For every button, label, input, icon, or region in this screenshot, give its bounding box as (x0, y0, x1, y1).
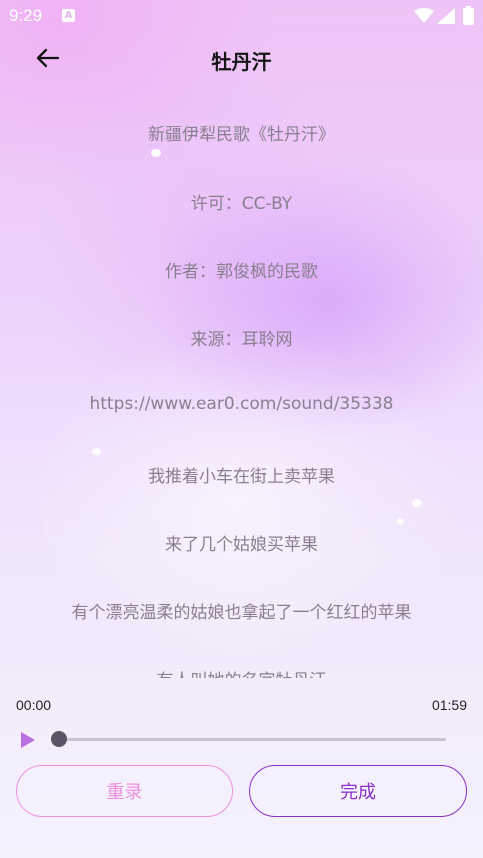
done-button[interactable]: 完成 (249, 765, 467, 817)
lyric-line: https://www.ear0.com/sound/35338 (89, 394, 394, 414)
lyric-line: 新疆伊犁民歌《牡丹汗》 (148, 125, 335, 145)
current-time: 00:00 (16, 697, 52, 713)
notification-a-icon: A (62, 9, 75, 22)
lyric-line: 许可：CC-BY (190, 194, 293, 214)
play-button[interactable] (18, 730, 38, 750)
play-icon (18, 732, 38, 754)
lyric-line: 来了几个姑娘买苹果 (165, 535, 318, 555)
lyrics-list[interactable]: 新疆伊犁民歌《牡丹汗》 许可：CC-BY 作者：郭俊枫的民歌 来源：耳聆网 ht… (0, 100, 483, 678)
lyric-line: 来源：耳聆网 (190, 330, 293, 350)
status-bar: 9:29 A (0, 0, 483, 34)
page-title: 牡丹汗 (211, 50, 272, 74)
lyric-line: 作者：郭俊枫的民歌 (165, 262, 318, 282)
battery-icon (463, 6, 474, 29)
lyric-line: 有个漂亮温柔的姑娘也拿起了一个红红的苹果 (71, 603, 412, 623)
status-time: 9:29 (9, 6, 43, 25)
signal-icon (437, 8, 455, 28)
screen: 9:29 A 牡丹汗 新疆伊犁民歌《牡丹汗》 许可：CC-BY 作者：郭俊枫的民… (0, 0, 483, 858)
progress-thumb[interactable] (51, 731, 67, 747)
wifi-icon (414, 8, 434, 28)
progress-track[interactable] (52, 738, 446, 741)
total-time: 01:59 (431, 697, 467, 713)
lyric-line: 有人叫她的名字牡丹汗 (0, 666, 483, 678)
rerecord-button[interactable]: 重录 (16, 765, 233, 817)
lyric-line: 我推着小车在街上卖苹果 (148, 467, 335, 487)
